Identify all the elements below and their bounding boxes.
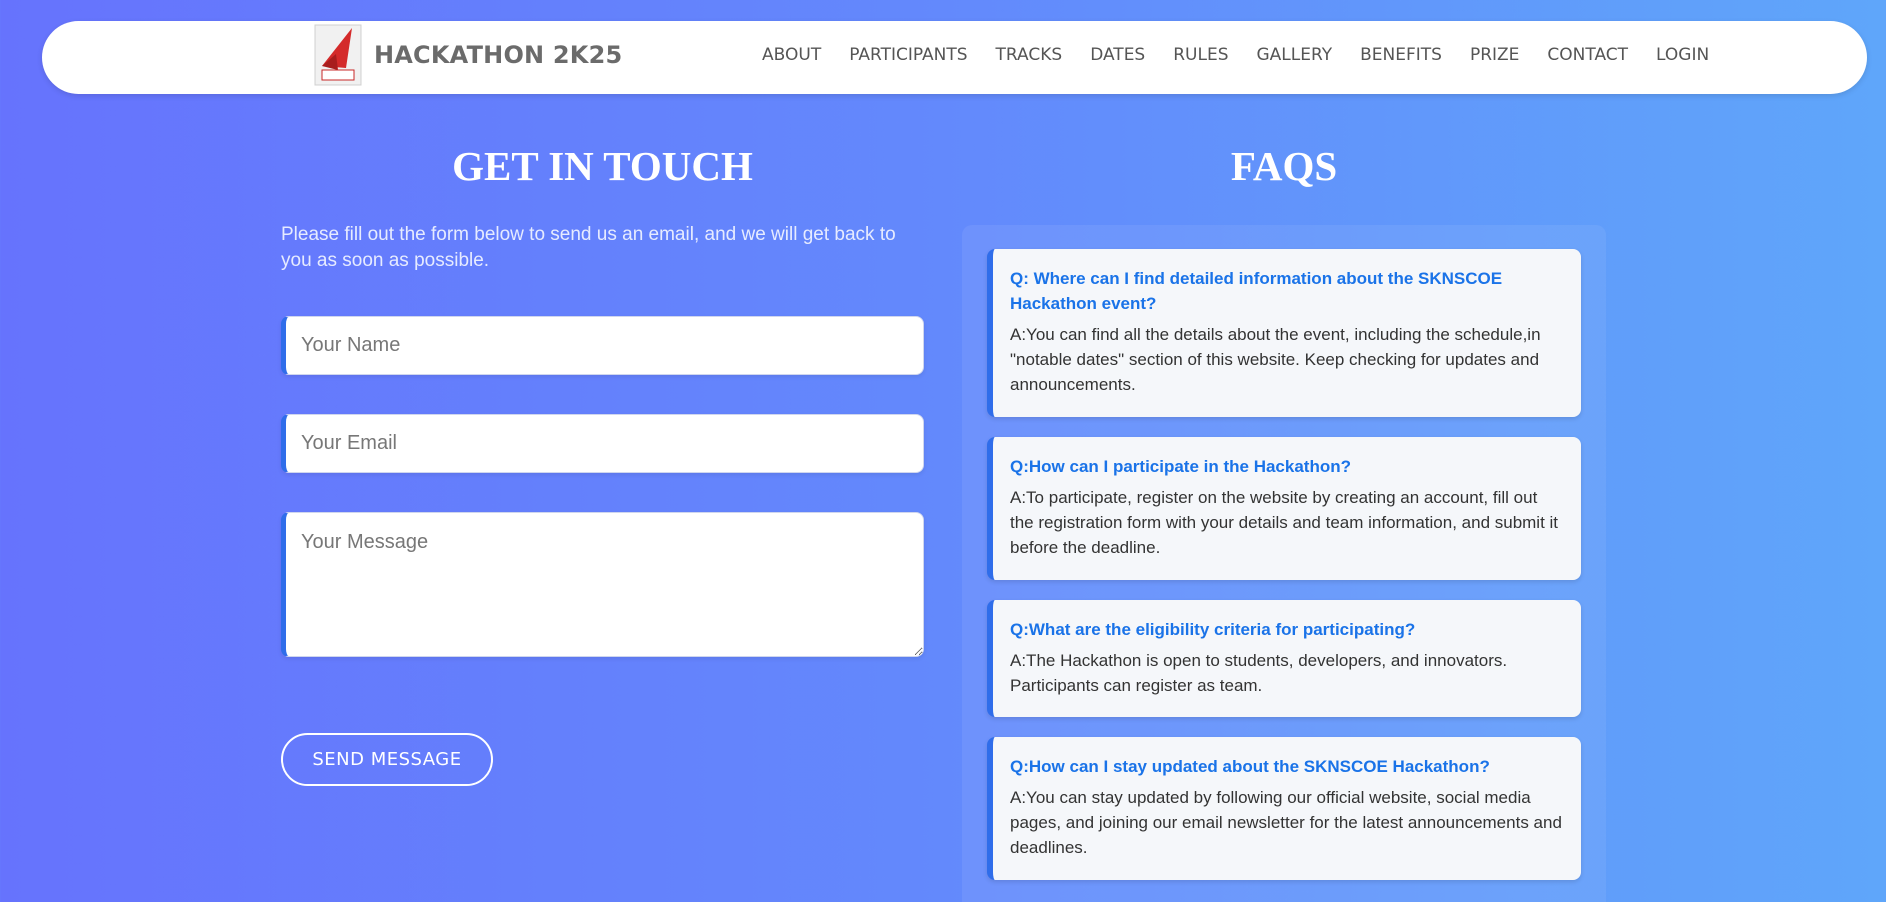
nav-dates[interactable]: DATES	[1090, 45, 1145, 65]
main-nav: ABOUT PARTICIPANTS TRACKS DATES RULES GA…	[762, 45, 1737, 65]
email-input[interactable]	[281, 414, 924, 473]
nav-gallery[interactable]: GALLERY	[1257, 45, 1333, 65]
name-input[interactable]	[281, 316, 924, 375]
nav-participants[interactable]: PARTICIPANTS	[849, 45, 967, 65]
faq-answer: A:The Hackathon is open to students, dev…	[1010, 651, 1508, 695]
faq-question: Q:How can I stay updated about the SKNSC…	[1010, 757, 1490, 776]
faq-answer: A:You can find all the details about the…	[1010, 325, 1541, 394]
send-message-button[interactable]: SEND MESSAGE	[281, 733, 493, 786]
brand-title[interactable]: HACKATHON 2K25	[374, 41, 622, 69]
faq-item: Q: Where can I find detailed information…	[987, 249, 1581, 417]
faq-question: Q:What are the eligibility criteria for …	[1010, 620, 1416, 639]
navbar: HACKATHON 2K25 ABOUT PARTICIPANTS TRACKS…	[42, 21, 1867, 94]
faq-item: Q:How can I participate in the Hackathon…	[987, 437, 1581, 580]
spspm-logo[interactable]	[314, 24, 362, 86]
faqs-title: FAQS	[1230, 143, 1338, 189]
contact-title: GET IN TOUCH	[452, 143, 753, 189]
faq-question: Q:How can I participate in the Hackathon…	[1010, 457, 1351, 476]
faq-item: Q:How can I stay updated about the SKNSC…	[987, 737, 1581, 880]
nav-prize[interactable]: PRIZE	[1470, 45, 1519, 65]
nav-login[interactable]: LOGIN	[1656, 45, 1709, 65]
nav-rules[interactable]: RULES	[1173, 45, 1228, 65]
nav-contact[interactable]: CONTACT	[1547, 45, 1628, 65]
faq-item: Q:What are the eligibility criteria for …	[987, 600, 1581, 717]
message-textarea[interactable]	[281, 512, 924, 657]
nav-benefits[interactable]: BENEFITS	[1360, 45, 1442, 65]
faq-answer: A:You can stay updated by following our …	[1010, 788, 1562, 857]
nav-tracks[interactable]: TRACKS	[996, 45, 1063, 65]
contact-intro: Please fill out the form below to send u…	[281, 224, 896, 271]
faq-answer: A:To participate, register on the websit…	[1010, 488, 1559, 557]
faq-question: Q: Where can I find detailed information…	[1010, 269, 1503, 313]
nav-about[interactable]: ABOUT	[762, 45, 821, 65]
